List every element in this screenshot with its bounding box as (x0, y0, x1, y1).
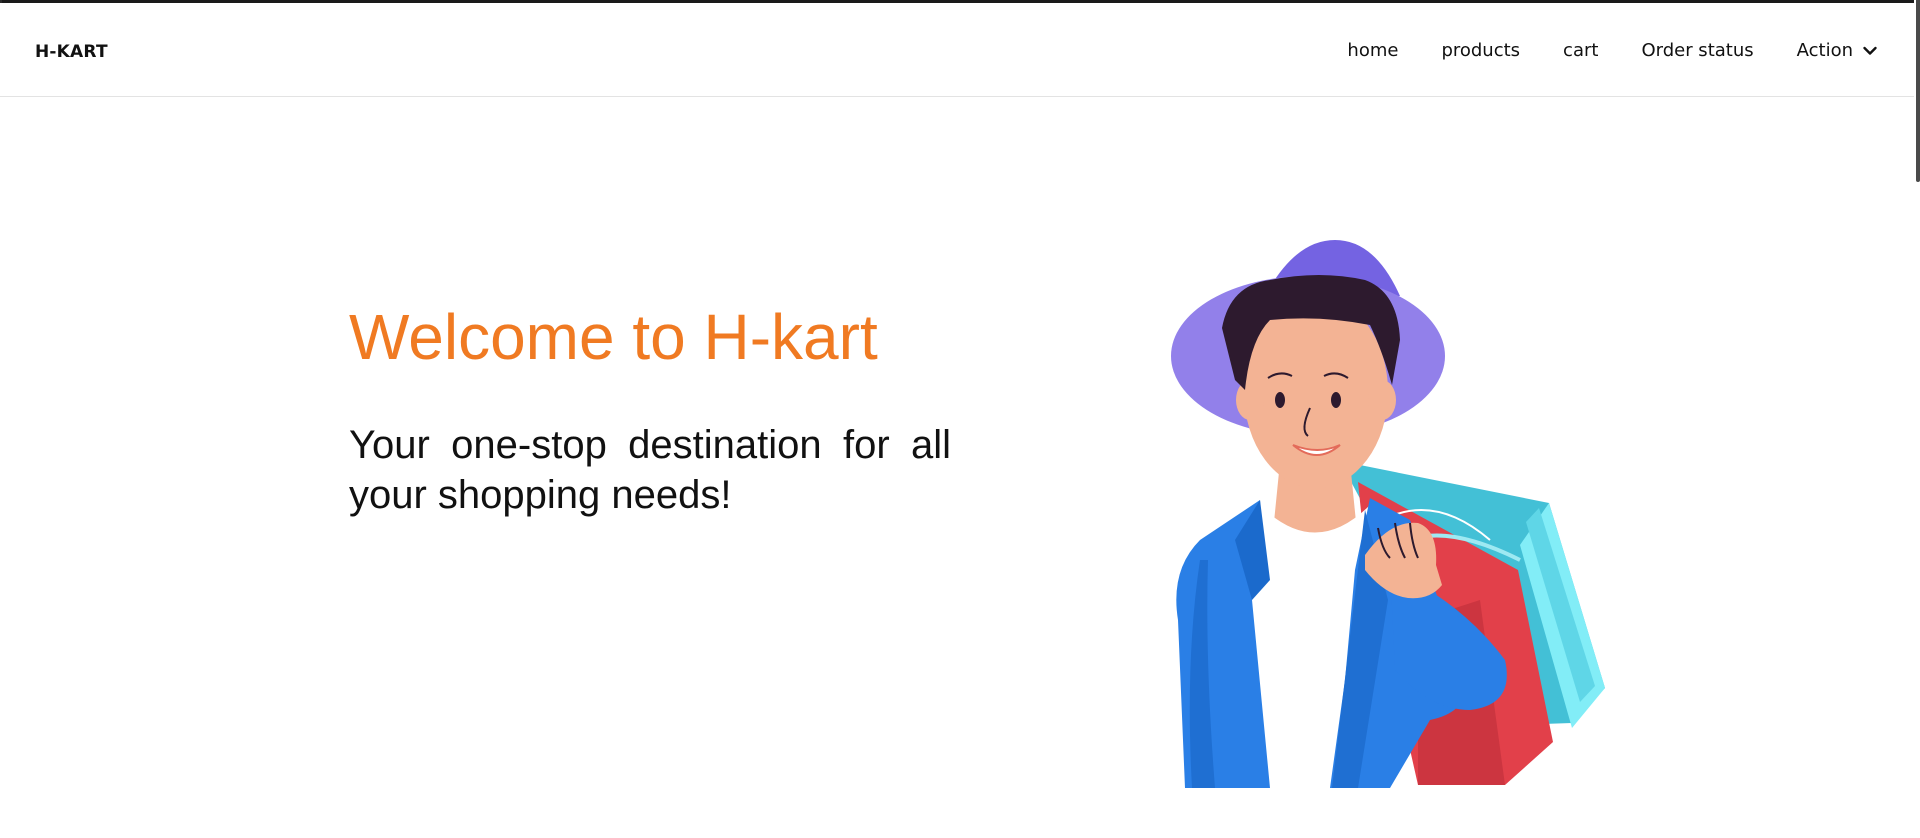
scrollbar-thumb[interactable] (1916, 0, 1920, 182)
hero-section: Welcome to H-kart Your one-stop destinat… (349, 296, 959, 520)
brand-logo[interactable]: H-KART (35, 42, 108, 62)
nav-menu: home products cart Order status Action (1304, 40, 1878, 61)
page: H-KART home products cart Order status A… (0, 0, 1920, 838)
nav-link-home[interactable]: home (1347, 40, 1398, 61)
hero-title: Welcome to H-kart (349, 301, 878, 373)
navbar: H-KART home products cart Order status A… (0, 3, 1914, 97)
action-dropdown-label: Action (1796, 40, 1853, 61)
chevron-down-icon (1863, 46, 1877, 55)
action-dropdown[interactable]: Action (1797, 40, 1878, 61)
scrollbar[interactable] (1914, 0, 1920, 838)
nav-link-products[interactable]: products (1441, 40, 1520, 61)
shopper-illustration (1171, 240, 1605, 788)
nav-link-order-status[interactable]: Order status (1641, 40, 1753, 61)
nav-link-cart[interactable]: cart (1563, 40, 1598, 61)
hero-subtitle: Your one-stop destination for all your s… (349, 423, 951, 517)
